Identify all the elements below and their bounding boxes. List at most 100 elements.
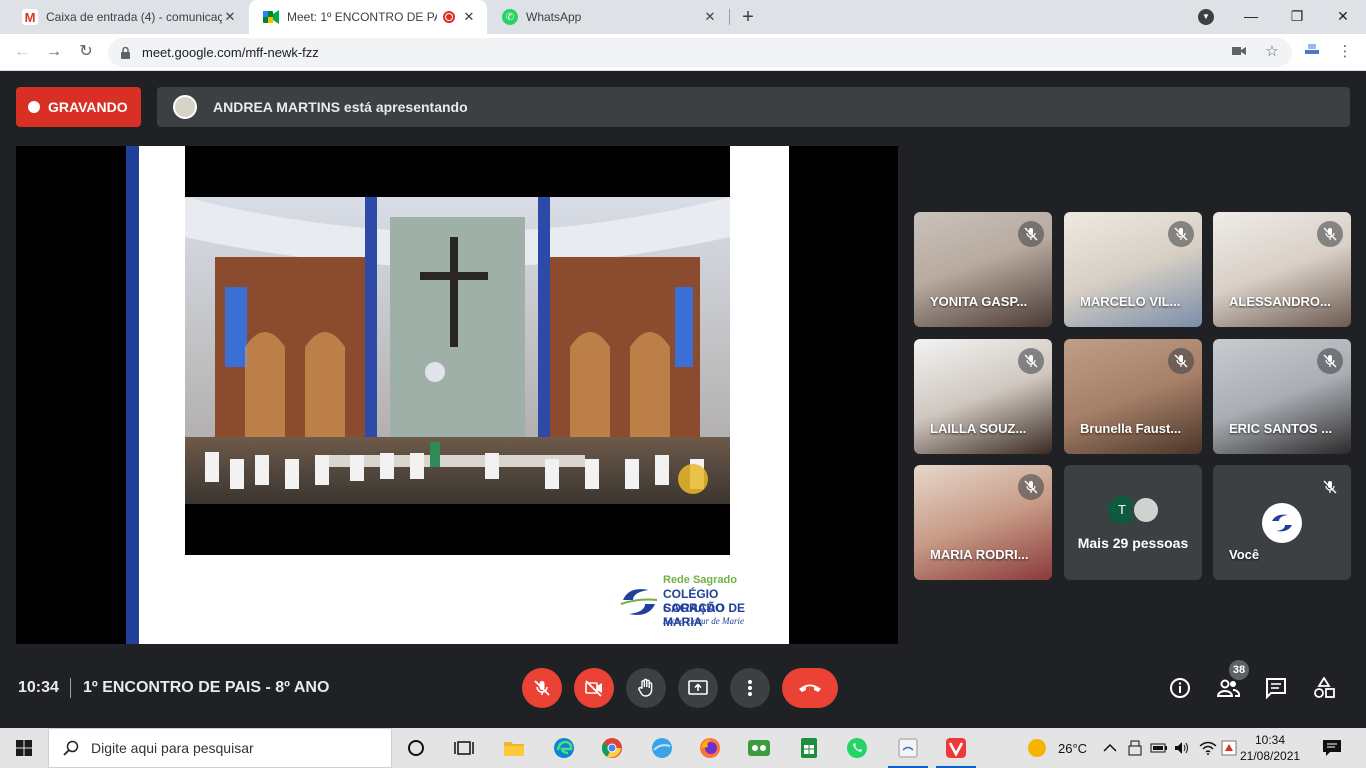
mic-toggle-button[interactable] [522,668,562,708]
more-participants-tile[interactable]: T Mais 29 pessoas [1064,465,1202,580]
chrome-icon[interactable] [588,728,636,768]
basilica-image [185,197,730,504]
tab-search-icon[interactable]: ▼ [1198,9,1214,25]
participant-tile[interactable]: MARIA RODRI... [914,465,1052,580]
back-arrow-icon[interactable]: ← [10,40,34,64]
mic-off-icon [1317,221,1343,247]
participant-name: Brunella Faust... [1080,421,1182,436]
present-screen-button[interactable] [678,668,718,708]
sheets-icon[interactable] [785,728,833,768]
browser-tab-strip: M Caixa de entrada (4) - comunicaç ✕ Mee… [0,0,1366,34]
more-options-button[interactable] [730,668,770,708]
temperature: 26°C [1058,740,1088,756]
shared-slide: Rede Sagrado COLÉGIO SAGRADO CORAÇÃO DE … [126,146,789,644]
tv-watermark [678,464,708,494]
tab-title: Meet: 1º ENCONTRO DE PAIS [287,10,437,24]
participant-name: ERIC SANTOS ... [1229,421,1333,436]
close-icon[interactable]: ✕ [461,9,477,25]
file-explorer-icon[interactable] [490,728,538,768]
active-app-icon[interactable] [884,728,932,768]
mic-off-icon [1018,348,1044,374]
tab-gmail[interactable]: M Caixa de entrada (4) - comunicaç ✕ [8,0,248,34]
taskbar-date: 21/08/2021 [1240,749,1301,763]
meeting-title: 1º ENCONTRO DE PAIS - 8º ANO [83,679,330,696]
url-text: meet.google.com/mff-newk-fzz [142,45,319,60]
participant-tile[interactable]: MARCELO VIL... [1064,212,1202,327]
address-bar[interactable]: meet.google.com/mff-newk-fzz [108,38,1292,67]
browser-toolbar: ← → ↻ meet.google.com/mff-newk-fzz ☆ ⋮ [0,34,1366,71]
notifications-icon[interactable] [1322,728,1342,768]
menu-dots-icon[interactable]: ⋮ [1334,41,1356,63]
close-icon[interactable]: ✕ [702,9,718,25]
more-vert-icon [748,680,752,696]
whatsapp-taskbar-icon[interactable] [833,728,881,768]
raise-hand-button[interactable] [626,668,666,708]
slide-stripe [126,146,139,644]
present-icon [688,680,708,695]
sun-icon [1028,739,1046,757]
participant-tile[interactable]: Brunella Faust... [1064,339,1202,454]
screen: M Caixa de entrada (4) - comunicaç ✕ Mee… [0,0,1366,768]
recording-badge[interactable]: GRAVANDO [16,87,141,127]
firefox-icon[interactable] [686,728,734,768]
meet-icon [263,9,279,25]
taskbar-search[interactable]: Digite aqui para pesquisar [48,728,392,768]
lock-icon [120,46,132,59]
participant-name: LAILLA SOUZ... [930,421,1027,436]
camera-toggle-button[interactable] [574,668,614,708]
presentation-stage[interactable]: Rede Sagrado COLÉGIO SAGRADO CORAÇÃO DE … [16,146,898,644]
close-icon[interactable]: ✕ [222,9,238,25]
task-view-icon[interactable] [440,728,488,768]
gmail-icon: M [22,9,38,25]
participant-tile[interactable]: ERIC SANTOS ... [1213,339,1351,454]
reload-icon[interactable]: ↻ [74,40,98,64]
battery-icon[interactable] [1150,728,1168,768]
usb-icon[interactable] [1128,728,1142,768]
hand-icon [638,678,653,697]
tab-title: Caixa de entrada (4) - comunicaç [46,10,222,24]
chevron-up-icon[interactable] [1103,728,1117,768]
edge-icon[interactable] [540,728,588,768]
logo-line-4: Sacré-Coeur de Marie [663,616,744,626]
tab-whatsapp[interactable]: ✆ WhatsApp ✕ [488,0,728,34]
hang-up-icon [799,684,821,692]
app-icon[interactable] [735,728,783,768]
tab-meet[interactable]: Meet: 1º ENCONTRO DE PAIS ✕ [249,0,487,34]
minimize-button[interactable]: — [1228,0,1274,34]
wifi-icon[interactable] [1199,728,1217,768]
weather-widget[interactable]: 26°C [1028,728,1087,768]
close-window-button[interactable]: ✕ [1320,0,1366,34]
camera-off-icon [585,680,602,697]
new-tab-button[interactable]: + [736,5,760,29]
restore-button[interactable]: ❐ [1274,0,1320,34]
taskbar-search-placeholder: Digite aqui para pesquisar [91,740,254,756]
divider [70,678,71,698]
leave-call-button[interactable] [782,668,838,708]
participant-tile[interactable]: LAILLA SOUZ... [914,339,1052,454]
camera-permission-icon[interactable] [1228,41,1250,63]
participant-grid: YONITA GASP... MARCELO VIL... ALESSANDRO… [914,212,1351,580]
mic-off-icon [534,680,550,696]
mic-off-icon [1168,221,1194,247]
self-tile[interactable]: Você [1213,465,1351,580]
chat-button[interactable] [1263,675,1289,701]
tab-separator [729,9,730,25]
weather-app-icon[interactable] [638,728,686,768]
mic-off-icon [1168,348,1194,374]
participant-tile[interactable]: YONITA GASP... [914,212,1052,327]
participant-tile[interactable]: ALESSANDRO... [1213,212,1351,327]
cortana-icon[interactable] [392,728,440,768]
vivaldi-icon[interactable] [932,728,980,768]
activities-button[interactable] [1311,675,1337,701]
forward-arrow-icon[interactable]: → [42,40,66,64]
extension-icon[interactable] [1301,41,1323,63]
self-avatar [1262,503,1302,543]
taskbar-clock[interactable]: 10:34 21/08/2021 [1240,732,1300,764]
meeting-details-button[interactable] [1167,675,1193,701]
volume-icon[interactable] [1174,728,1190,768]
meeting-clock: 10:34 [18,679,59,696]
bookmark-star-icon[interactable]: ☆ [1261,41,1283,63]
windows-start-button[interactable] [0,728,48,768]
security-icon[interactable] [1221,728,1237,768]
whatsapp-icon: ✆ [502,9,518,25]
